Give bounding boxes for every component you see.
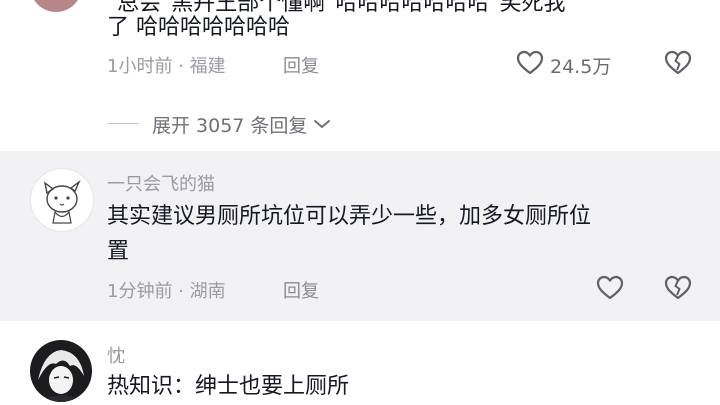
like-count: 24.5万 [550, 56, 612, 78]
username[interactable]: 一只会飞的猫 [107, 170, 215, 196]
comment-text: 其实建议男厕所坑位可以弄少一些，加多女厕所位 [107, 204, 592, 229]
broken-heart-icon[interactable] [664, 275, 692, 301]
comment-text: 置 [107, 239, 130, 264]
expand-replies-button[interactable]: 展开 3057 条回复 [152, 110, 331, 138]
chevron-down-icon [313, 118, 331, 130]
avatar[interactable] [30, 340, 92, 402]
reply-button[interactable]: 回复 [283, 52, 319, 78]
heart-icon[interactable] [596, 275, 624, 301]
expand-divider [107, 123, 139, 124]
broken-heart-icon[interactable] [664, 50, 692, 76]
reply-button[interactable]: 回复 [283, 277, 319, 303]
username[interactable]: 忱 [107, 342, 125, 368]
comment-text: 了 哈哈哈哈哈哈哈 [107, 15, 290, 40]
comment-time-location: 1分钟前 · 湖南 [107, 281, 226, 302]
expand-replies-label: 展开 3057 条回复 [152, 114, 308, 137]
avatar[interactable] [30, 168, 94, 232]
comment-time-location: 1小时前 · 福建 [107, 56, 226, 77]
heart-icon[interactable] [516, 50, 544, 76]
comment-text: 热知识：绅士也要上厕所 [107, 374, 350, 399]
avatar[interactable] [30, 0, 82, 12]
